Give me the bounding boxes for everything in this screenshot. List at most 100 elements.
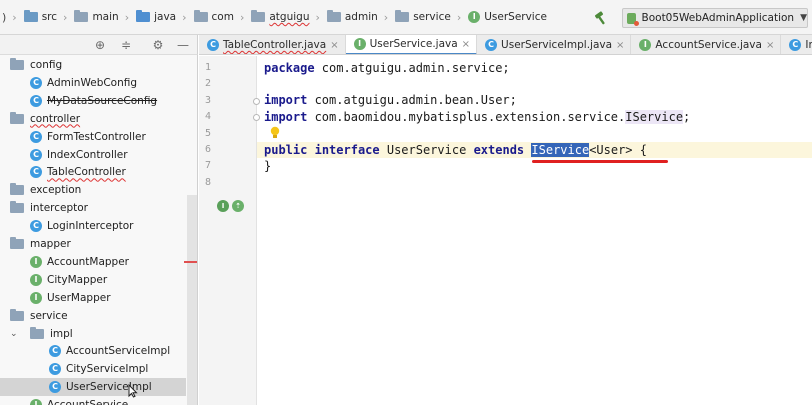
close-icon[interactable]: × [462,39,470,50]
tree-item-accountmapper[interactable]: I AccountMapper [0,253,186,271]
tree-item-label: UserMapper [47,291,111,304]
breadcrumb-item-main[interactable]: main [72,0,120,35]
tree-item-label: IndexController [47,148,128,161]
crosshair-icon[interactable]: ⊕ [93,38,107,52]
line-number: 2 [204,78,211,89]
chevron-down-icon[interactable]: ⌄ [10,329,22,339]
fold-marker-icon[interactable] [253,114,260,121]
class-icon: C [789,39,802,51]
class-icon: C [30,148,42,161]
package-folder-icon [10,58,24,70]
tree-item-logininterceptor[interactable]: C LoginInterceptor [0,217,186,235]
class-icon: C [30,94,42,107]
class-icon: C [49,345,61,358]
hide-icon[interactable]: — [176,38,190,52]
tree-item-tablecontroller[interactable]: C TableController [0,163,186,181]
tree-item-mapper[interactable]: mapper [0,235,186,253]
chevron-right-icon: › [124,10,130,24]
breadcrumb-item-src[interactable]: src [22,0,59,35]
tree-item-usermapper[interactable]: I UserMapper [0,289,186,307]
tree-item-label: UserServiceImpl [66,381,152,394]
close-icon[interactable]: × [766,40,774,51]
red-underline-annotation [532,160,668,163]
run-configuration-dropdown[interactable]: Boot05WebAdminApplication ▼ [622,8,808,28]
source-folder-icon [23,10,38,22]
tree-item-citymapper[interactable]: I CityMapper [0,271,186,289]
project-tree: config C AdminWebConfig C MyDataSourceConfig… [0,55,198,405]
tree-item-label: config [30,59,63,71]
breadcrumb-item-service[interactable]: service [393,0,453,35]
editor-tab-userserviceimpl-java[interactable]: C UserServiceImpl.java × [477,35,632,54]
interface-icon: I [30,255,42,268]
implemented-marker-icon[interactable]: I [217,200,229,212]
breadcrumb-item-admin[interactable]: admin [325,0,380,35]
tree-item-label: AccountMapper [47,255,129,268]
tree-item-accountserviceimpl[interactable]: C AccountServiceImpl [0,342,186,360]
code-editor[interactable]: package com.atguigu.admin.service; impor… [264,56,812,405]
tree-item-adminwebconfig[interactable]: C AdminWebConfig [0,74,186,92]
tab-label: TableController.java [223,39,327,51]
breadcrumb-item-atguigu[interactable]: atguigu [249,0,311,35]
breadcrumb-item-com[interactable]: com [192,0,236,35]
close-icon[interactable]: × [330,40,338,51]
selected-text: IService [531,143,590,157]
line-number: 3 [204,95,211,106]
tree-item-label: CityServiceImpl [66,363,149,376]
close-icon[interactable]: × [616,40,624,51]
tree-scrollbar[interactable] [187,195,197,405]
tree-item-config[interactable]: config [0,56,186,74]
tab-label: IndexController [805,39,812,51]
editor-tab-indexcontroller[interactable]: CIndexController [781,35,812,54]
mouse-cursor-icon [128,384,138,398]
tree-item-userserviceimpl[interactable]: C UserServiceImpl [0,378,186,397]
interface-icon: I [353,38,366,50]
tree-item-cityserviceimpl[interactable]: C CityServiceImpl [0,360,186,378]
code-line-4: import com.baomidou.mybatisplus.extensio… [264,110,691,124]
tree-item-mydatasourceconfig[interactable]: C MyDataSourceConfig [0,92,186,110]
package-folder-icon [10,308,24,321]
editor-tab-userservice-java[interactable]: I UserService.java × [345,35,478,54]
chevron-down-icon: ▼ [800,13,807,23]
interface-icon: I [30,273,42,286]
tree-item-impl[interactable]: ⌄ impl [0,325,186,343]
tree-item-label: AccountService [47,399,128,405]
editor-tab-tablecontroller-java[interactable]: C TableController.java × [199,35,346,54]
tree-item-formtestcontroller[interactable]: C FormTestController [0,128,186,146]
collapse-all-icon[interactable]: ≑ [119,38,133,52]
tree-item-indexcontroller[interactable]: C IndexController [0,146,186,164]
editor-tabs: C TableController.java × I UserService.java ×… [199,35,812,55]
tree-item-interceptor[interactable]: interceptor [0,199,186,217]
annotation-mark [184,261,197,263]
chevron-right-icon: › [383,10,389,24]
breadcrumb-item-java[interactable]: java [134,0,178,35]
chevron-right-icon: › [182,10,187,24]
line-number: 5 [204,128,211,139]
breadcrumb-item-file[interactable]: I UserService [466,0,549,35]
line-number: 1 [204,62,211,73]
tree-item-label: MyDataSourceConfig [47,94,158,107]
tree-item-service[interactable]: service [0,307,186,325]
implementations-gutter-icon[interactable]: ⇡ [232,200,244,212]
tree-item-accountservice[interactable]: I AccountService [0,396,186,405]
line-number: 7 [204,160,211,171]
folder-icon [74,10,89,22]
spring-boot-run-icon [627,12,638,26]
gear-icon[interactable]: ⚙ [151,38,165,52]
interface-icon: I [30,399,42,405]
build-hammer-icon[interactable] [593,10,609,26]
tree-item-exception[interactable]: exception [0,181,186,199]
package-folder-icon [193,10,208,22]
package-folder-icon [395,10,410,22]
tree-item-label: AccountServiceImpl [66,345,171,358]
class-icon: C [207,39,219,51]
editor-gutter: I ⇡ 1 2 3 4 5 6 7 8 [199,56,260,405]
fold-marker-icon[interactable] [253,98,260,105]
tree-item-label: CityMapper [47,273,108,286]
tree-item-controller[interactable]: controller [0,110,186,128]
class-icon: C [30,220,42,233]
class-icon: C [30,130,42,143]
tree-item-label: service [30,309,68,322]
code-line-1: package com.atguigu.admin.service; [264,61,510,75]
tree-item-label: mapper [30,238,71,250]
editor-tab-accountservice-java[interactable]: I AccountService.java × [631,35,782,54]
